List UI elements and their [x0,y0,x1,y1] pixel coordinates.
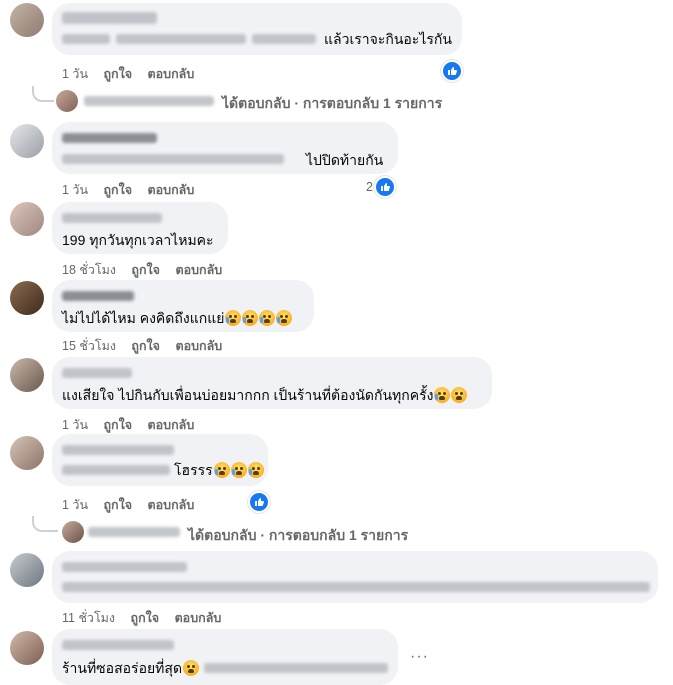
view-replies-link[interactable]: ได้ตอบกลับ · การตอบกลับ 1 รายการ [188,525,408,547]
comment-text: แงเสียใจ ไปกินกับเพื่อนบ่อยมากกก เป็นร้า… [62,386,468,404]
comment-text-content: ไม่ไปได้ไหม คงคิดถึงแกแย่ [62,310,225,326]
comment-text: ไม่ไปได้ไหม คงคิดถึงแกแย่ [62,309,293,327]
comment-bubble: ไม่ไปได้ไหม คงคิดถึงแกแย่ [52,280,314,332]
comment-actions: 1 วัน ถูกใจ ตอบกลับ [62,495,206,515]
timestamp[interactable]: 1 วัน [62,418,88,432]
like-button[interactable]: ถูกใจ [131,339,160,353]
view-replies-link[interactable]: ได้ตอบกลับ · การตอบกลับ 1 รายการ [222,93,442,115]
timestamp[interactable]: 1 วัน [62,67,88,81]
comment-text: โฮรรร [174,461,264,479]
commenter-name[interactable] [62,368,132,378]
blurred-text [116,34,246,44]
comment-text: แล้วเราจะกินอะไรกัน [324,31,452,47]
comment-actions: 18 ชั่วโมง ถูกใจ ตอบกลับ [62,260,234,280]
comment-bubble: ร้านที่ซอสอร่อยที่สุด [52,629,398,685]
blurred-text [62,465,170,475]
avatar[interactable] [10,281,44,315]
comment-actions: 11 ชั่วโมง ถูกใจ ตอบกลับ [62,608,233,628]
comment-actions: 1 วัน ถูกใจ ตอบกลับ [62,415,206,435]
timestamp[interactable]: 1 วัน [62,183,88,197]
timestamp[interactable]: 15 ชั่วโมง [62,339,116,353]
avatar[interactable] [62,521,84,543]
blurred-text [204,663,388,673]
crying-face-icon [276,310,293,326]
commenter-name[interactable] [62,12,157,24]
like-button[interactable]: ถูกใจ [103,498,132,512]
comment-actions: 15 ชั่วโมง ถูกใจ ตอบกลับ [62,336,234,356]
sad-face-icon [183,660,200,676]
commenter-name[interactable] [62,133,157,143]
avatar[interactable] [10,124,44,158]
reaction-count[interactable]: 2 [366,180,373,194]
commenter-name[interactable] [62,291,134,301]
comment-bubble: แล้วเราจะกินอะไรกัน [52,3,462,55]
comment-actions: 1 วัน ถูกใจ ตอบกลับ [62,64,206,84]
like-reaction-icon[interactable] [374,176,396,198]
blurred-replier-name [84,96,214,106]
thread-connector [32,516,58,532]
like-reaction-icon[interactable] [248,491,270,513]
blurred-replier-name [88,527,180,537]
comment-text: ไปปิดท้ายกัน [306,152,384,168]
commenter-name[interactable] [62,213,162,223]
reply-button[interactable]: ตอบกลับ [148,67,195,81]
blurred-text [62,34,110,44]
avatar[interactable] [10,436,44,470]
comment-bubble [52,551,658,603]
blurred-text [62,582,650,592]
comment-text-content: แงเสียใจ ไปกินกับเพื่อนบ่อยมากกก เป็นร้า… [62,387,434,403]
like-button[interactable]: ถูกใจ [103,183,132,197]
sad-face-icon [451,387,468,403]
crying-face-icon [213,462,230,478]
comment-bubble: โฮรรร [52,434,268,486]
comment-text: ร้านที่ซอสอร่อยที่สุด [62,659,200,677]
avatar[interactable] [56,90,78,112]
like-button[interactable]: ถูกใจ [131,611,160,625]
comment-bubble: ไปปิดท้ายกัน [52,122,398,174]
avatar[interactable] [10,3,44,37]
timestamp[interactable]: 18 ชั่วโมง [62,263,116,277]
comment-bubble: แงเสียใจ ไปกินกับเพื่อนบ่อยมากกก เป็นร้า… [52,357,492,409]
reply-button[interactable]: ตอบกลับ [175,339,222,353]
crying-face-icon [259,310,276,326]
avatar[interactable] [10,631,44,665]
crying-face-icon [242,310,259,326]
commenter-name[interactable] [62,562,187,572]
reply-button[interactable]: ตอบกลับ [148,498,195,512]
like-button[interactable]: ถูกใจ [103,418,132,432]
comment-text-content: ร้านที่ซอสอร่อยที่สุด [62,660,183,676]
avatar[interactable] [10,358,44,392]
avatar[interactable] [10,202,44,236]
like-reaction-icon[interactable] [441,60,463,82]
timestamp[interactable]: 11 ชั่วโมง [62,611,115,625]
crying-face-icon [434,387,451,403]
blurred-text [252,34,316,44]
reply-button[interactable]: ตอบกลับ [148,183,195,197]
reply-button[interactable]: ตอบกลับ [175,611,222,625]
thread-connector [32,86,54,102]
crying-face-icon [247,462,264,478]
reply-button[interactable]: ตอบกลับ [148,418,195,432]
blurred-text [62,154,284,164]
like-button[interactable]: ถูกใจ [103,67,132,81]
avatar[interactable] [10,553,44,587]
comment-text-content: โฮรรร [174,462,213,478]
comment-text: 199 ทุกวันทุกเวลาไหมคะ [62,232,214,248]
comment-actions: 1 วัน ถูกใจ ตอบกลับ [62,180,206,200]
crying-face-icon [230,462,247,478]
crying-face-icon [225,310,242,326]
commenter-name[interactable] [62,640,174,650]
timestamp[interactable]: 1 วัน [62,498,88,512]
like-button[interactable]: ถูกใจ [131,263,160,277]
more-options-button[interactable]: ··· [410,648,429,666]
reply-button[interactable]: ตอบกลับ [175,263,222,277]
comment-bubble: 199 ทุกวันทุกเวลาไหมคะ [52,202,228,254]
commenter-name[interactable] [62,445,174,455]
